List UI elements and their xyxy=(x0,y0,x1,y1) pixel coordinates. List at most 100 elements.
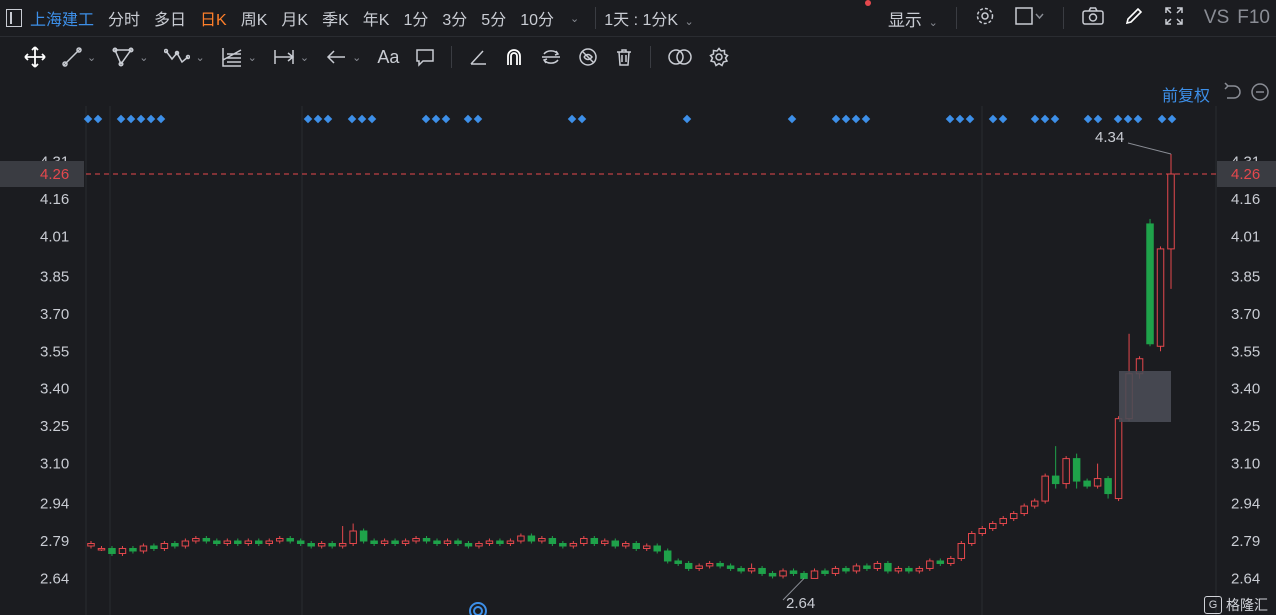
event-marker-icon xyxy=(93,114,103,124)
undo-icon[interactable] xyxy=(1222,81,1242,107)
line-tool-icon[interactable]: ⌄ xyxy=(62,45,96,69)
fullscreen-icon[interactable] xyxy=(1164,6,1184,31)
event-marker-icon xyxy=(313,114,323,124)
candle-body xyxy=(810,570,819,579)
selection-highlight xyxy=(1119,371,1171,422)
tab-daily-k[interactable]: 日K xyxy=(200,6,227,30)
trash-icon[interactable] xyxy=(614,45,634,69)
move-crosshair-icon[interactable] xyxy=(24,45,46,69)
chevron-down-icon: ⌄ xyxy=(684,16,694,28)
camera-icon[interactable] xyxy=(1082,6,1104,31)
candle-body xyxy=(695,565,703,569)
comment-icon[interactable] xyxy=(415,45,435,69)
tab-1min[interactable]: 1分 xyxy=(403,6,428,30)
event-marker-icon xyxy=(1113,114,1123,124)
y-tick-label-left: 3.55 xyxy=(40,343,69,360)
sidebar-toggle-icon[interactable] xyxy=(6,9,22,27)
wave-tool-icon[interactable]: ⌄ xyxy=(164,45,205,69)
candle-body xyxy=(768,572,777,577)
candle-body xyxy=(181,540,190,547)
candle-body xyxy=(118,547,127,554)
y-tick-label-right: 2.94 xyxy=(1231,496,1260,513)
event-marker-icon xyxy=(567,114,577,124)
y-tick-label-right: 3.55 xyxy=(1231,343,1260,360)
notification-dot xyxy=(865,0,871,6)
candle-body xyxy=(328,542,336,547)
layout-square-icon[interactable] xyxy=(1015,6,1045,31)
candlestick-chart[interactable]: 4.314.314.164.164.014.013.853.853.703.70… xyxy=(0,106,1276,615)
vs-button[interactable]: VS xyxy=(1204,7,1229,29)
candle-body xyxy=(611,540,620,547)
candle-body xyxy=(307,542,315,547)
text-tool[interactable]: Aa xyxy=(377,45,399,69)
toolbar-settings-gear-icon[interactable] xyxy=(709,45,730,69)
candle-body xyxy=(978,528,987,535)
link-sync-icon[interactable] xyxy=(540,45,562,69)
tab-monthly-k[interactable]: 月K xyxy=(281,6,308,30)
candle-body xyxy=(192,538,200,542)
overlay-compare-icon[interactable] xyxy=(667,45,693,69)
f10-button[interactable]: F10 xyxy=(1237,7,1270,29)
y-tick-label-right: 3.70 xyxy=(1231,306,1260,323)
current-price-tag-right: 4.26 xyxy=(1231,166,1260,183)
zoom-out-icon[interactable] xyxy=(1250,82,1270,107)
event-marker-icon xyxy=(955,114,965,124)
candle-body xyxy=(926,560,934,569)
y-tick-label-left: 3.70 xyxy=(40,306,69,323)
candle-body xyxy=(506,540,515,544)
candle-body xyxy=(160,542,169,549)
candle-body xyxy=(234,540,242,544)
event-marker-icon xyxy=(851,114,861,124)
tab-5min[interactable]: 5分 xyxy=(481,6,506,30)
y-tick-label-right: 4.01 xyxy=(1231,228,1260,245)
range-measure-icon[interactable]: ⌄ xyxy=(273,45,309,69)
divider xyxy=(451,46,453,68)
tab-fenshi[interactable]: 分时 xyxy=(108,6,140,30)
polyline-tool-icon[interactable]: ⌄ xyxy=(112,45,148,69)
candle-body xyxy=(97,547,106,551)
event-marker-icon xyxy=(303,114,313,124)
divider xyxy=(650,46,652,68)
tab-yearly-k[interactable]: 年K xyxy=(363,6,390,30)
candle-body xyxy=(842,567,850,572)
tab-quarterly-k[interactable]: 季K xyxy=(322,6,349,30)
adjust-mode-button[interactable]: 前复权 xyxy=(1162,82,1210,106)
tab-weekly-k[interactable]: 周K xyxy=(241,6,268,30)
magnet-icon[interactable] xyxy=(504,45,524,69)
settings-gear-icon[interactable] xyxy=(975,6,995,31)
event-marker-icon xyxy=(945,114,955,124)
tab-duori[interactable]: 多日 xyxy=(154,6,186,30)
event-marker-icon xyxy=(998,114,1008,124)
candle-body xyxy=(800,572,808,579)
event-marker-icon xyxy=(1167,114,1177,124)
period-selector[interactable]: 1天 : 1分K ⌄ xyxy=(604,6,693,30)
event-circle-inner-icon xyxy=(473,606,483,615)
angle-tool-icon[interactable] xyxy=(468,45,488,69)
candle-body xyxy=(936,560,945,564)
event-marker-icon xyxy=(1133,114,1143,124)
event-marker-icon xyxy=(577,114,587,124)
y-tick-label-left: 2.94 xyxy=(40,496,69,513)
pen-icon[interactable] xyxy=(1124,6,1144,31)
arrow-tool-icon[interactable]: ⌄ xyxy=(325,45,361,69)
candle-body xyxy=(601,540,609,544)
y-tick-label-right: 2.64 xyxy=(1231,570,1260,587)
stock-name[interactable]: 上海建工 xyxy=(30,6,94,30)
candle-body xyxy=(370,540,378,544)
tab-3min[interactable]: 3分 xyxy=(442,6,467,30)
event-marker-icon xyxy=(421,114,431,124)
y-tick-label-left: 3.40 xyxy=(40,381,69,398)
candle-body xyxy=(150,545,158,549)
tab-10min[interactable]: 10分 xyxy=(520,6,554,30)
candle-body xyxy=(359,530,368,542)
candle-body xyxy=(1114,418,1123,500)
candle-body xyxy=(391,540,399,544)
chevron-down-icon: ⌄ xyxy=(928,16,938,29)
candle-body xyxy=(527,535,536,542)
display-menu[interactable]: 显示 ⌄ xyxy=(888,6,938,31)
candle-body xyxy=(265,540,274,544)
fibonacci-tool-icon[interactable]: ⌄ xyxy=(221,45,257,69)
more-periods-chevron-icon[interactable]: ⌄ xyxy=(570,12,579,25)
hide-drawings-icon[interactable] xyxy=(578,45,598,69)
y-tick-label-left: 2.64 xyxy=(40,570,69,587)
